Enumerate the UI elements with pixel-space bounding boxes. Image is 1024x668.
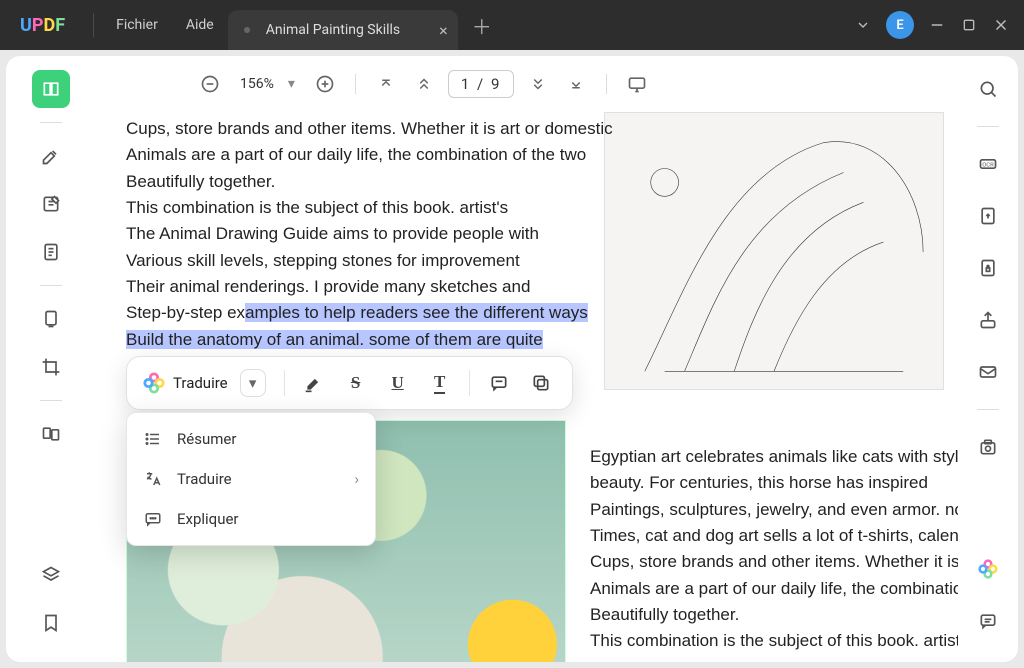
comment-button[interactable]	[482, 366, 516, 400]
text-line: Various skill levels, stepping stones fo…	[126, 248, 616, 274]
sidebar-reader-button[interactable]	[32, 70, 70, 108]
tab-document[interactable]: Animal Painting Skills ×	[228, 10, 458, 50]
sidebar-edit-button[interactable]	[32, 185, 70, 223]
menu-file[interactable]: Fichier	[102, 17, 172, 33]
new-tab-button[interactable]: ＋	[458, 11, 506, 40]
divider	[40, 122, 62, 123]
text-line: Animals are a part of our daily life, th…	[126, 142, 616, 168]
compress-button[interactable]	[969, 197, 1007, 235]
document-area: 156% ▾ 1 / 9 Cups, store brands and othe…	[96, 56, 958, 662]
sidebar-layers-button[interactable]	[32, 556, 70, 594]
export-button[interactable]	[969, 428, 1007, 466]
share-button[interactable]	[969, 301, 1007, 339]
chevron-down-icon[interactable]: ▾	[240, 369, 266, 397]
text-line: Step-by-step examples to help readers se…	[126, 300, 616, 326]
tab-title: Animal Painting Skills	[266, 22, 400, 38]
strikethrough-button[interactable]: S	[339, 366, 373, 400]
document-image-sketch	[604, 112, 944, 390]
window-close-button[interactable]	[992, 16, 1010, 34]
highlight-button[interactable]	[297, 366, 331, 400]
window-minimize-button[interactable]	[928, 16, 946, 34]
sidebar-compare-button[interactable]	[32, 415, 70, 453]
chat-icon	[143, 509, 163, 529]
squiggly-button[interactable]: T	[423, 366, 457, 400]
list-icon	[143, 429, 163, 449]
chevron-down-icon[interactable]	[854, 16, 872, 34]
protect-button[interactable]	[969, 249, 1007, 287]
page-indicator[interactable]: 1 / 9	[448, 70, 515, 98]
text-line: The Animal Drawing Guide aims to provide…	[126, 221, 616, 247]
app-logo: UPDF	[0, 15, 85, 36]
last-page-button[interactable]	[562, 70, 590, 98]
text-line: Cups, store brands and other items. Whet…	[126, 116, 616, 142]
menu-label: Traduire	[177, 470, 232, 488]
zoom-out-button[interactable]	[196, 70, 224, 98]
text-line: Build the anatomy of an animal. some of …	[126, 327, 616, 353]
text-block-left[interactable]: Cups, store brands and other items. Whet…	[126, 116, 616, 353]
zoom-dropdown-icon[interactable]: ▾	[288, 76, 295, 92]
underline-button[interactable]: U	[381, 366, 415, 400]
divider	[40, 285, 62, 286]
text-line: beauty. For centuries, this horse has in…	[590, 470, 958, 496]
ocr-button[interactable]: OCR	[969, 145, 1007, 183]
menu-summarize[interactable]: Résumer	[127, 419, 375, 459]
divider	[40, 400, 62, 401]
text-line: Cups, store brands and other items. Whet…	[590, 549, 958, 575]
svg-text:OCR: OCR	[982, 163, 994, 169]
prev-page-button[interactable]	[410, 70, 438, 98]
text-line: This combination is the subject of this …	[126, 195, 616, 221]
search-button[interactable]	[969, 70, 1007, 108]
divider	[977, 126, 999, 127]
avatar[interactable]: E	[886, 11, 914, 39]
translate-label: Traduire	[173, 374, 228, 392]
ai-dropdown-menu: Résumer Traduire › Expliquer	[126, 412, 376, 546]
sidebar-pages-button[interactable]	[32, 233, 70, 271]
email-button[interactable]	[969, 353, 1007, 391]
selection-toolbar: Traduire ▾ S U T	[126, 356, 573, 410]
text-block-right[interactable]: Egyptian art celebrates animals like cat…	[590, 444, 958, 655]
first-page-button[interactable]	[372, 70, 400, 98]
zoom-in-button[interactable]	[311, 70, 339, 98]
titlebar: UPDF Fichier Aide Animal Painting Skills…	[0, 0, 1024, 50]
avatar-initial: E	[896, 18, 903, 33]
close-icon[interactable]: ×	[439, 21, 448, 40]
sidebar-organize-button[interactable]	[32, 300, 70, 338]
page-viewport[interactable]: Cups, store brands and other items. Whet…	[96, 112, 958, 662]
text-line: This combination is the subject of this …	[590, 628, 958, 654]
tab-indicator-icon	[244, 27, 250, 33]
comments-panel-button[interactable]	[969, 602, 1007, 640]
zoom-value: 156%	[240, 76, 274, 92]
left-sidebar	[6, 56, 96, 662]
menu-label: Résumer	[177, 430, 236, 448]
menu-translate[interactable]: Traduire ›	[127, 459, 375, 499]
right-sidebar: OCR	[958, 56, 1018, 662]
divider	[977, 409, 999, 410]
sidebar-crop-button[interactable]	[32, 348, 70, 386]
presentation-button[interactable]	[623, 70, 651, 98]
text-line: Their animal renderings. I provide many …	[126, 274, 616, 300]
text-line: Paintings, sculptures, jewelry, and even…	[590, 497, 958, 523]
menu-explain[interactable]: Expliquer	[127, 499, 375, 539]
ai-flower-icon	[143, 372, 165, 394]
chevron-right-icon: ›	[354, 470, 359, 488]
sidebar-annotate-button[interactable]	[32, 137, 70, 175]
menu-label: Expliquer	[177, 510, 239, 528]
translate-icon	[143, 469, 163, 489]
window-maximize-button[interactable]	[960, 16, 978, 34]
text-line: Animals are a part of our daily life, th…	[590, 576, 958, 602]
translate-button[interactable]: Traduire ▾	[141, 369, 272, 397]
copy-button[interactable]	[524, 366, 558, 400]
sidebar-bookmark-button[interactable]	[32, 604, 70, 642]
page-number: 1 / 9	[461, 75, 502, 93]
text-line: Beautifully together.	[590, 602, 958, 628]
top-toolbar: 156% ▾ 1 / 9	[96, 56, 958, 112]
text-line: Times, cat and dog art sells a lot of t-…	[590, 523, 958, 549]
text-line: Beautifully together.	[126, 169, 616, 195]
ai-assistant-button[interactable]	[969, 550, 1007, 588]
text-line: Egyptian art celebrates animals like cat…	[590, 444, 958, 470]
next-page-button[interactable]	[524, 70, 552, 98]
menu-help[interactable]: Aide	[172, 17, 228, 33]
